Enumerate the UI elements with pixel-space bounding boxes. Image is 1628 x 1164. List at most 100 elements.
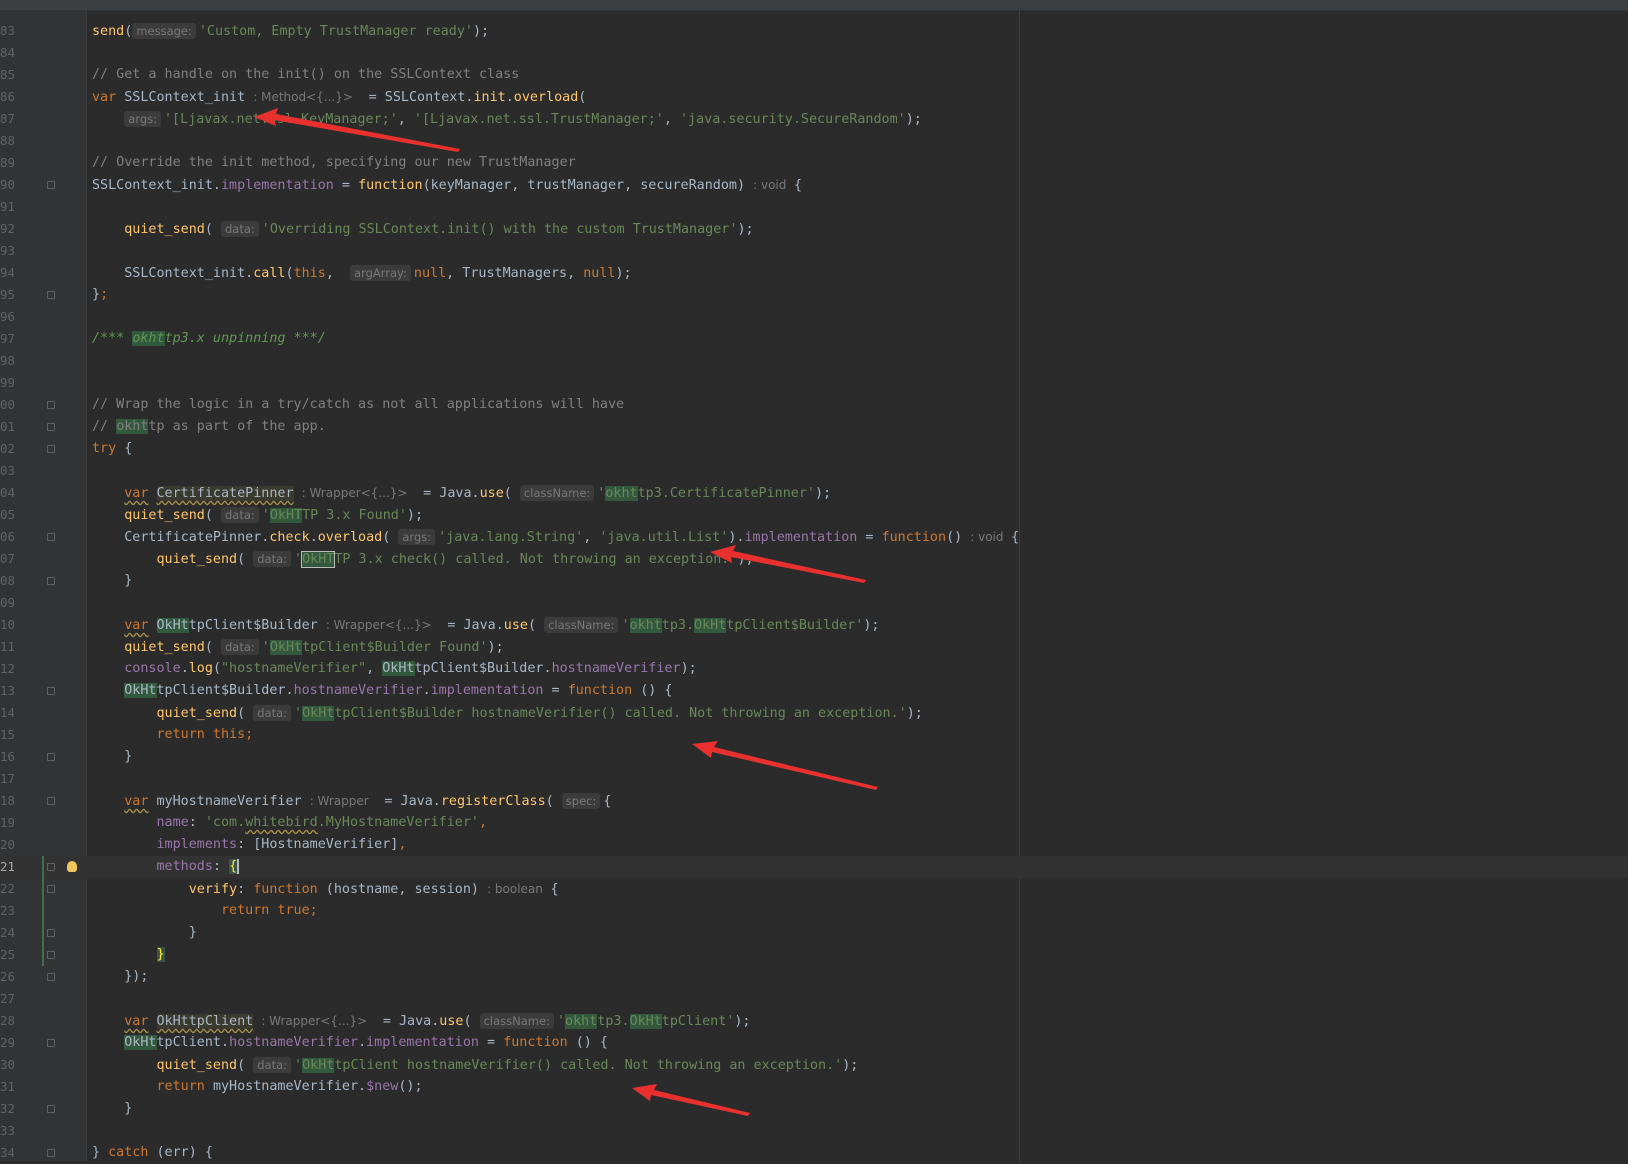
fold-marker-icon[interactable] xyxy=(47,401,55,409)
line-number[interactable]: 00 xyxy=(0,394,14,416)
code-line[interactable]: 00 // Wrap the logic in a try/catch as no… xyxy=(0,394,1628,416)
code-line[interactable]: 23 return true; xyxy=(0,900,1628,922)
line-number[interactable]: 87 xyxy=(0,108,14,130)
fold-marker-icon[interactable] xyxy=(47,291,55,299)
line-number[interactable]: 14 xyxy=(0,702,14,724)
code-line[interactable]: 05 quiet_send( data: 'OkHTTP 3.x Found'); xyxy=(0,504,1628,526)
line-number[interactable]: 11 xyxy=(0,636,14,658)
code-line[interactable]: 10 var OkHttpClient$Builder : Wrapper<{.… xyxy=(0,614,1628,636)
code-line[interactable]: 12 console.log("hostnameVerifier", OkHtt… xyxy=(0,658,1628,680)
line-number[interactable]: 85 xyxy=(0,64,14,86)
code-line[interactable]: 98 xyxy=(0,350,1628,372)
fold-marker-icon[interactable] xyxy=(47,445,55,453)
line-number[interactable]: 86 xyxy=(0,86,14,108)
line-number[interactable]: 23 xyxy=(0,900,14,922)
line-number[interactable]: 30 xyxy=(0,1054,14,1076)
line-number[interactable]: 91 xyxy=(0,196,14,218)
line-number[interactable]: 13 xyxy=(0,680,14,702)
line-number[interactable]: 07 xyxy=(0,548,14,570)
line-number[interactable]: 06 xyxy=(0,526,14,548)
code-line[interactable]: 13 OkHttpClient$Builder.hostnameVerifier… xyxy=(0,680,1628,702)
line-number[interactable]: 96 xyxy=(0,306,14,328)
code-line[interactable]: 96 xyxy=(0,306,1628,328)
line-number[interactable]: 97 xyxy=(0,328,14,350)
code-line[interactable]: 93 xyxy=(0,240,1628,262)
fold-marker-icon[interactable] xyxy=(47,181,55,189)
vcs-change-marker[interactable] xyxy=(42,856,44,878)
line-number[interactable]: 90 xyxy=(0,174,14,196)
fold-marker-icon[interactable] xyxy=(47,533,55,541)
code-line[interactable]: 02 try { xyxy=(0,438,1628,460)
fold-marker-icon[interactable] xyxy=(47,797,55,805)
code-line[interactable]: 99 xyxy=(0,372,1628,394)
code-line[interactable]: 92 quiet_send( data: 'Overriding SSLConte… xyxy=(0,218,1628,240)
code-line[interactable]: 21 methods: { xyxy=(0,856,1628,878)
code-line[interactable]: 28 var OkHttpClient : Wrapper<{...}> = J… xyxy=(0,1010,1628,1032)
code-line[interactable]: 89 // Override the init method, specifyin… xyxy=(0,152,1628,174)
code-line[interactable]: 94 SSLContext_init.call(this, argArray: n… xyxy=(0,262,1628,284)
code-line[interactable]: 86 var SSLContext_init : Method<{...}> = … xyxy=(0,86,1628,108)
vcs-change-marker[interactable] xyxy=(42,922,44,944)
intention-bulb-icon[interactable] xyxy=(67,861,77,872)
code-line[interactable]: 03 xyxy=(0,460,1628,482)
fold-marker-icon[interactable] xyxy=(47,1149,55,1157)
line-number[interactable]: 21 xyxy=(0,856,14,878)
line-number[interactable]: 93 xyxy=(0,240,14,262)
line-number[interactable]: 01 xyxy=(0,416,14,438)
line-number[interactable]: 94 xyxy=(0,262,14,284)
line-number[interactable]: 20 xyxy=(0,834,14,856)
code-line[interactable]: 04 var CertificatePinner : Wrapper<{...}… xyxy=(0,482,1628,504)
line-number[interactable]: 10 xyxy=(0,614,14,636)
line-number[interactable]: 98 xyxy=(0,350,14,372)
line-number[interactable]: 99 xyxy=(0,372,14,394)
line-number[interactable]: 29 xyxy=(0,1032,14,1054)
line-number[interactable]: 25 xyxy=(0,944,14,966)
code-line[interactable]: 06 CertificatePinner.check.overload( arg… xyxy=(0,526,1628,548)
line-number[interactable]: 28 xyxy=(0,1010,14,1032)
code-line[interactable]: 11 quiet_send( data: 'OkHttpClient$Builde… xyxy=(0,636,1628,658)
fold-marker-icon[interactable] xyxy=(47,423,55,431)
vcs-change-marker[interactable] xyxy=(42,878,44,900)
vcs-change-marker[interactable] xyxy=(42,900,44,922)
line-number[interactable]: 88 xyxy=(0,130,14,152)
code-line[interactable]: 16 } xyxy=(0,746,1628,768)
code-line[interactable]: 87 args: '[Ljavax.net.ssl.KeyManager;', '… xyxy=(0,108,1628,130)
fold-marker-icon[interactable] xyxy=(47,885,55,893)
code-line[interactable]: 01 // okhttp as part of the app. xyxy=(0,416,1628,438)
fold-marker-icon[interactable] xyxy=(47,1039,55,1047)
code-line[interactable]: 22 verify: function (hostname, session) … xyxy=(0,878,1628,900)
code-line[interactable]: 26 }); xyxy=(0,966,1628,988)
line-number[interactable]: 32 xyxy=(0,1098,14,1120)
fold-marker-icon[interactable] xyxy=(47,951,55,959)
code-line[interactable]: 95}; xyxy=(0,284,1628,306)
line-number[interactable]: 89 xyxy=(0,152,14,174)
line-number[interactable]: 24 xyxy=(0,922,14,944)
line-number[interactable]: 18 xyxy=(0,790,14,812)
code-line[interactable]: 30 quiet_send( data: 'OkHttpClient hostna… xyxy=(0,1054,1628,1076)
line-number[interactable]: 22 xyxy=(0,878,14,900)
code-line[interactable]: 32 } xyxy=(0,1098,1628,1120)
code-line[interactable]: 88 xyxy=(0,130,1628,152)
code-line[interactable]: 91 xyxy=(0,196,1628,218)
code-line[interactable]: 24 } xyxy=(0,922,1628,944)
line-number[interactable]: 12 xyxy=(0,658,14,680)
fold-marker-icon[interactable] xyxy=(47,863,55,871)
code-line[interactable]: 84 xyxy=(0,42,1628,64)
code-line[interactable]: 09 xyxy=(0,592,1628,614)
line-number[interactable]: 16 xyxy=(0,746,14,768)
code-line[interactable]: 08 } xyxy=(0,570,1628,592)
code-line[interactable]: 33 xyxy=(0,1120,1628,1142)
line-number[interactable]: 84 xyxy=(0,42,14,64)
line-number[interactable]: 83 xyxy=(0,20,14,42)
line-number[interactable]: 02 xyxy=(0,438,14,460)
code-line[interactable]: 07 quiet_send( data: 'OkHTTP 3.x check() … xyxy=(0,548,1628,570)
line-number[interactable]: 04 xyxy=(0,482,14,504)
fold-marker-icon[interactable] xyxy=(47,929,55,937)
code-line[interactable]: 85 // Get a handle on the init() on the S… xyxy=(0,64,1628,86)
code-line[interactable]: 20 implements: [HostnameVerifier], xyxy=(0,834,1628,856)
line-number[interactable]: 27 xyxy=(0,988,14,1010)
code-line[interactable]: 17 xyxy=(0,768,1628,790)
line-number[interactable]: 17 xyxy=(0,768,14,790)
code-line[interactable]: 29 OkHttpClient.hostnameVerifier.impleme… xyxy=(0,1032,1628,1054)
code-line[interactable]: 27 xyxy=(0,988,1628,1010)
